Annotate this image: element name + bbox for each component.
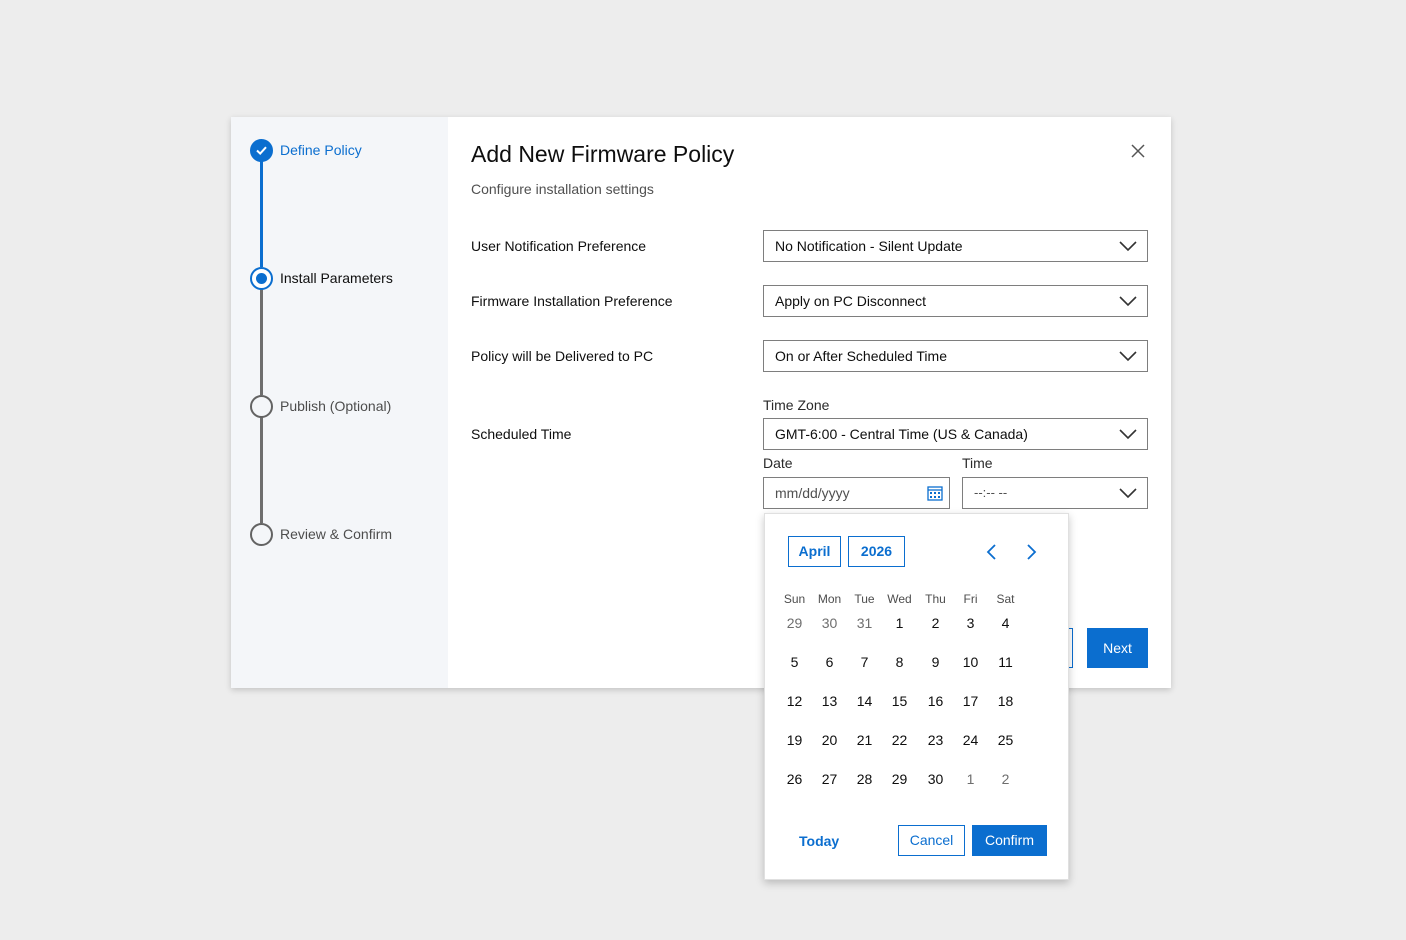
calendar-day[interactable]: 15 bbox=[882, 687, 917, 715]
calendar-day-outside[interactable]: 30 bbox=[812, 609, 847, 637]
notification-value: No Notification - Silent Update bbox=[775, 238, 963, 254]
scheduled-time-label: Scheduled Time bbox=[471, 426, 572, 442]
time-placeholder: --:-- -- bbox=[974, 485, 1008, 500]
calendar-day[interactable]: 20 bbox=[812, 726, 847, 754]
delivery-select[interactable]: On or After Scheduled Time bbox=[763, 340, 1148, 372]
calendar-day[interactable]: 5 bbox=[777, 648, 812, 676]
calendar-day[interactable]: 2 bbox=[918, 609, 953, 637]
step-define-policy[interactable]: Define Policy bbox=[280, 142, 362, 158]
step-publish: Publish (Optional) bbox=[280, 398, 392, 414]
date-placeholder: mm/dd/yyyy bbox=[775, 485, 850, 501]
calendar-cancel-button[interactable]: Cancel bbox=[898, 825, 965, 856]
calendar-day[interactable]: 12 bbox=[777, 687, 812, 715]
calendar-day[interactable]: 16 bbox=[918, 687, 953, 715]
calendar-day[interactable]: 28 bbox=[847, 765, 882, 793]
weekday-label: Tue bbox=[854, 592, 875, 606]
calendar-day[interactable]: 19 bbox=[777, 726, 812, 754]
close-button[interactable] bbox=[1128, 141, 1148, 161]
calendar-day[interactable]: 30 bbox=[918, 765, 953, 793]
year-selector[interactable]: 2026 bbox=[848, 536, 905, 567]
calendar-day[interactable]: 3 bbox=[953, 609, 988, 637]
calendar-day[interactable]: 14 bbox=[847, 687, 882, 715]
timezone-select[interactable]: GMT-6:00 - Central Time (US & Canada) bbox=[763, 418, 1148, 450]
chevron-down-icon bbox=[1119, 488, 1137, 499]
date-input[interactable]: mm/dd/yyyy bbox=[763, 477, 950, 509]
date-label: Date bbox=[763, 455, 793, 471]
weekday-label: Sat bbox=[996, 592, 1015, 606]
weekday-label: Fri bbox=[963, 592, 978, 606]
delivery-label: Policy will be Delivered to PC bbox=[471, 348, 654, 364]
installation-value: Apply on PC Disconnect bbox=[775, 293, 926, 309]
weekday-label: Thu bbox=[925, 592, 946, 606]
chevron-left-icon[interactable] bbox=[984, 542, 1000, 562]
date-picker-popup: April 2026 Sun Mon Tue Wed Thu Fri Sat 29 30 31 1… bbox=[764, 513, 1069, 880]
chevron-down-icon bbox=[1119, 296, 1137, 307]
step-complete-indicator bbox=[250, 139, 273, 162]
step-connector bbox=[260, 289, 263, 395]
calendar-day[interactable]: 7 bbox=[847, 648, 882, 676]
chevron-down-icon bbox=[1119, 351, 1137, 362]
calendar-day[interactable]: 26 bbox=[777, 765, 812, 793]
calendar-day[interactable]: 18 bbox=[988, 687, 1023, 715]
calendar-day[interactable]: 29 bbox=[882, 765, 917, 793]
step-pending-indicator bbox=[250, 395, 273, 418]
timezone-value: GMT-6:00 - Central Time (US & Canada) bbox=[775, 426, 1028, 442]
back-button[interactable] bbox=[1069, 628, 1073, 668]
calendar-day[interactable]: 13 bbox=[812, 687, 847, 715]
step-current-indicator bbox=[250, 267, 273, 290]
weekday-label: Mon bbox=[817, 592, 842, 606]
calendar-day[interactable]: 27 bbox=[812, 765, 847, 793]
calendar-day-outside[interactable]: 2 bbox=[988, 765, 1023, 793]
check-icon bbox=[256, 146, 267, 156]
installation-label: Firmware Installation Preference bbox=[471, 293, 673, 309]
step-review-confirm: Review & Confirm bbox=[280, 526, 393, 542]
wizard-stepper: Define Policy Install Parameters Publish… bbox=[231, 117, 448, 688]
step-pending-indicator bbox=[250, 523, 273, 546]
notification-select[interactable]: No Notification - Silent Update bbox=[763, 230, 1148, 262]
calendar-confirm-button[interactable]: Confirm bbox=[972, 825, 1047, 856]
calendar-day[interactable]: 9 bbox=[918, 648, 953, 676]
step-install-parameters[interactable]: Install Parameters bbox=[280, 270, 393, 286]
calendar-day[interactable]: 6 bbox=[812, 648, 847, 676]
notification-label: User Notification Preference bbox=[471, 238, 647, 254]
calendar-day[interactable]: 11 bbox=[988, 648, 1023, 676]
time-label: Time bbox=[962, 455, 993, 471]
today-button[interactable]: Today bbox=[799, 833, 839, 849]
step-connector bbox=[260, 417, 263, 523]
weekday-label: Sun bbox=[783, 592, 806, 606]
weekday-label: Wed bbox=[887, 592, 912, 606]
calendar-day[interactable]: 10 bbox=[953, 648, 988, 676]
calendar-day[interactable]: 4 bbox=[988, 609, 1023, 637]
dialog-title: Add New Firmware Policy bbox=[471, 141, 735, 167]
month-selector[interactable]: April bbox=[788, 536, 841, 567]
calendar-day[interactable]: 22 bbox=[882, 726, 917, 754]
calendar-day[interactable]: 24 bbox=[953, 726, 988, 754]
close-icon bbox=[1131, 144, 1145, 158]
calendar-icon[interactable] bbox=[927, 485, 943, 501]
calendar-day[interactable]: 8 bbox=[882, 648, 917, 676]
chevron-right-icon[interactable] bbox=[1023, 542, 1039, 562]
calendar-day-outside[interactable]: 29 bbox=[777, 609, 812, 637]
calendar-day-outside[interactable]: 31 bbox=[847, 609, 882, 637]
calendar-day[interactable]: 21 bbox=[847, 726, 882, 754]
installation-select[interactable]: Apply on PC Disconnect bbox=[763, 285, 1148, 317]
timezone-label: Time Zone bbox=[763, 397, 830, 413]
calendar-day[interactable]: 1 bbox=[882, 609, 917, 637]
delivery-value: On or After Scheduled Time bbox=[775, 348, 947, 364]
dialog-subtitle: Configure installation settings bbox=[471, 181, 654, 197]
time-select[interactable]: --:-- -- bbox=[962, 477, 1148, 509]
step-connector bbox=[260, 161, 263, 267]
chevron-down-icon bbox=[1119, 241, 1137, 252]
chevron-down-icon bbox=[1119, 429, 1137, 440]
calendar-day-outside[interactable]: 1 bbox=[953, 765, 988, 793]
calendar-day[interactable]: 25 bbox=[988, 726, 1023, 754]
next-button[interactable]: Next bbox=[1087, 628, 1148, 668]
calendar-day[interactable]: 17 bbox=[953, 687, 988, 715]
calendar-day[interactable]: 23 bbox=[918, 726, 953, 754]
